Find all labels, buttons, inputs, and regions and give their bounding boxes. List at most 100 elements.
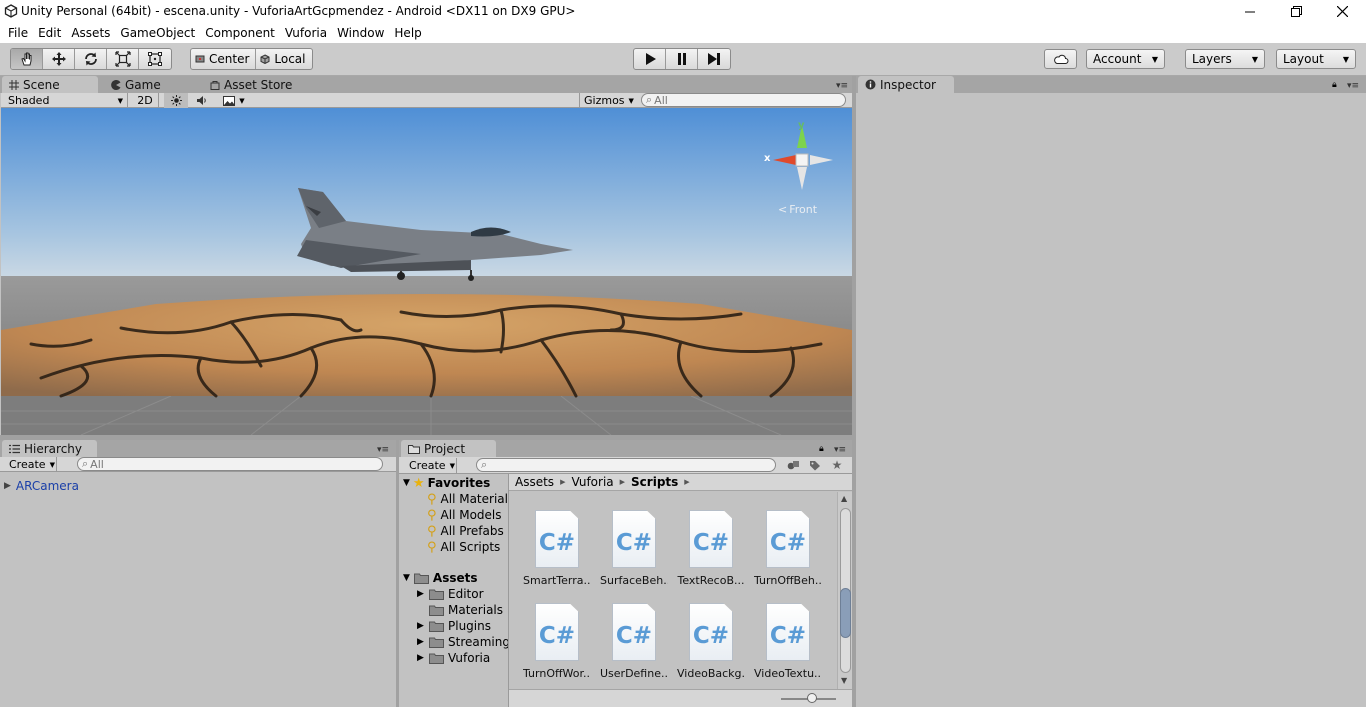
folder-item-label: Materials (448, 603, 504, 617)
scene-viewport[interactable]: y x < Front (1, 108, 852, 435)
favorite-item[interactable]: ⚲ All Prefabs (427, 523, 504, 539)
lock-icon[interactable]: 🔒︎ (819, 444, 824, 454)
assets-header[interactable]: ▼ Assets (403, 570, 478, 586)
shading-mode-dropdown[interactable]: Shaded ▼ (4, 93, 128, 108)
script-asset[interactable]: C# TurnOffBeh... (754, 510, 822, 590)
gizmos-dropdown[interactable]: Gizmos ▼ (579, 93, 634, 108)
effects-dropdown[interactable]: ▼ (216, 93, 252, 108)
breadcrumb-item[interactable]: Vuforia (571, 475, 613, 489)
folder-item[interactable]: ▶ Editor (417, 586, 484, 602)
hierarchy-item[interactable]: ▶ ARCamera (4, 478, 79, 494)
pause-icon (677, 53, 686, 65)
menu-window[interactable]: Window (332, 23, 389, 43)
lock-icon[interactable]: 🔒︎ (1332, 80, 1337, 90)
breadcrumb-item[interactable]: Assets (515, 475, 554, 489)
tab-project[interactable]: Project (401, 440, 496, 457)
assets-label: Assets (432, 571, 478, 585)
filter-by-type-button[interactable] (783, 458, 803, 472)
scale-tool-button[interactable] (107, 49, 139, 69)
hierarchy-search-input[interactable]: ⌕ All (77, 457, 383, 471)
tab-inspector[interactable]: Inspector (858, 76, 954, 93)
minimize-button[interactable] (1227, 0, 1273, 23)
restore-button[interactable] (1273, 0, 1319, 23)
asset-grid-scrollbar[interactable]: ▲ ▼ (837, 492, 852, 689)
account-dropdown[interactable]: Account ▼ (1086, 49, 1165, 69)
scrollbar-thumb[interactable] (840, 588, 851, 638)
expand-triangle-icon[interactable]: ▼ (403, 478, 410, 488)
audio-toggle[interactable] (190, 93, 214, 108)
tab-game[interactable]: Game (104, 76, 168, 93)
project-panel-menu-icon[interactable]: ▾≡ (834, 445, 850, 455)
scale-icon (114, 51, 131, 67)
script-asset[interactable]: C# SmartTerra... (523, 510, 591, 590)
expand-triangle-icon[interactable]: ▶ (417, 637, 425, 647)
inspector-panel-menu-icon[interactable]: ▾≡ (1347, 81, 1363, 91)
menu-component[interactable]: Component (200, 23, 280, 43)
step-button[interactable] (698, 49, 730, 69)
menu-gameobject[interactable]: GameObject (115, 23, 200, 43)
script-asset[interactable]: C# SurfaceBeh... (600, 510, 668, 590)
folder-item[interactable]: ▶ Vuforia (417, 650, 490, 666)
shapes-icon (787, 460, 799, 469)
pivot-center-button[interactable]: Center (191, 49, 257, 69)
favorite-item[interactable]: ⚲ All Materials (427, 491, 508, 507)
script-asset[interactable]: C# TextRecoB... (677, 510, 745, 590)
menu-assets[interactable]: Assets (66, 23, 115, 43)
cloud-button[interactable] (1044, 49, 1077, 69)
favorite-item[interactable]: ⚲ All Models (427, 507, 502, 523)
scroll-up-icon[interactable]: ▲ (841, 494, 847, 503)
favorite-item-label: All Scripts (440, 540, 501, 554)
project-footer (509, 689, 852, 707)
folder-item[interactable]: ▶ StreamingAssets (417, 634, 508, 650)
expand-triangle-icon[interactable]: ▼ (403, 573, 410, 583)
filter-by-label-button[interactable] (805, 458, 825, 472)
folder-item[interactable]: ▶ Plugins (417, 618, 491, 634)
menu-edit[interactable]: Edit (33, 23, 66, 43)
rotate-tool-button[interactable] (75, 49, 107, 69)
layers-dropdown[interactable]: Layers ▼ (1185, 49, 1265, 69)
close-button[interactable] (1319, 0, 1365, 23)
chevron-right-icon: ▶ (619, 478, 626, 486)
script-asset[interactable]: C# VideoTextu... (754, 603, 822, 683)
2d-toggle[interactable]: 2D (132, 93, 159, 108)
pacman-icon (111, 79, 121, 90)
script-asset[interactable]: C# UserDefine... (600, 603, 668, 683)
move-tool-button[interactable] (43, 49, 75, 69)
script-asset[interactable]: C# VideoBackg... (677, 603, 745, 683)
search-icon: ⚲ (427, 491, 437, 507)
star-icon[interactable]: ★ (827, 458, 847, 472)
hierarchy-panel-menu-icon[interactable]: ▾≡ (377, 445, 393, 455)
tab-asset-store[interactable]: Asset Store (203, 76, 299, 93)
folder-item[interactable]: Materials (417, 602, 503, 618)
project-create-dropdown[interactable]: Create ▼ (405, 458, 457, 473)
menu-file[interactable]: File (3, 23, 33, 43)
menu-help[interactable]: Help (389, 23, 426, 43)
rect-tool-button[interactable] (139, 49, 171, 69)
menu-vuforia[interactable]: Vuforia (280, 23, 332, 43)
expand-triangle-icon[interactable]: ▶ (4, 481, 11, 491)
scene-panel-menu-icon[interactable]: ▾≡ (836, 81, 852, 91)
favorite-item[interactable]: ⚲ All Scripts (427, 539, 500, 555)
expand-triangle-icon[interactable]: ▶ (417, 621, 425, 631)
script-asset[interactable]: C# TurnOffWor... (523, 603, 591, 683)
icon-size-slider-thumb[interactable] (807, 693, 817, 703)
shopping-bag-icon (210, 80, 220, 90)
lighting-toggle[interactable] (164, 93, 188, 108)
menu-bar: File Edit Assets GameObject Component Vu… (0, 23, 1366, 43)
expand-triangle-icon[interactable]: ▶ (417, 653, 425, 663)
scene-orientation-gizmo[interactable] (761, 120, 836, 195)
breadcrumb-item[interactable]: Scripts (631, 475, 678, 489)
project-search-input[interactable]: ⌕ (476, 458, 776, 472)
layout-dropdown[interactable]: Layout ▼ (1276, 49, 1356, 69)
scroll-down-icon[interactable]: ▼ (841, 676, 847, 685)
favorites-header[interactable]: ▼ ★ Favorites (403, 475, 490, 491)
expand-triangle-icon[interactable]: ▶ (417, 589, 425, 599)
tab-scene[interactable]: Scene (2, 76, 98, 93)
hierarchy-create-dropdown[interactable]: Create ▼ (5, 457, 57, 472)
pivot-local-button[interactable]: Local (256, 49, 311, 69)
hand-tool-button[interactable] (11, 49, 43, 69)
tab-hierarchy[interactable]: Hierarchy (2, 440, 97, 457)
pause-button[interactable] (666, 49, 698, 69)
play-button[interactable] (634, 49, 666, 69)
scene-search-input[interactable]: ⌕ All (641, 93, 846, 107)
